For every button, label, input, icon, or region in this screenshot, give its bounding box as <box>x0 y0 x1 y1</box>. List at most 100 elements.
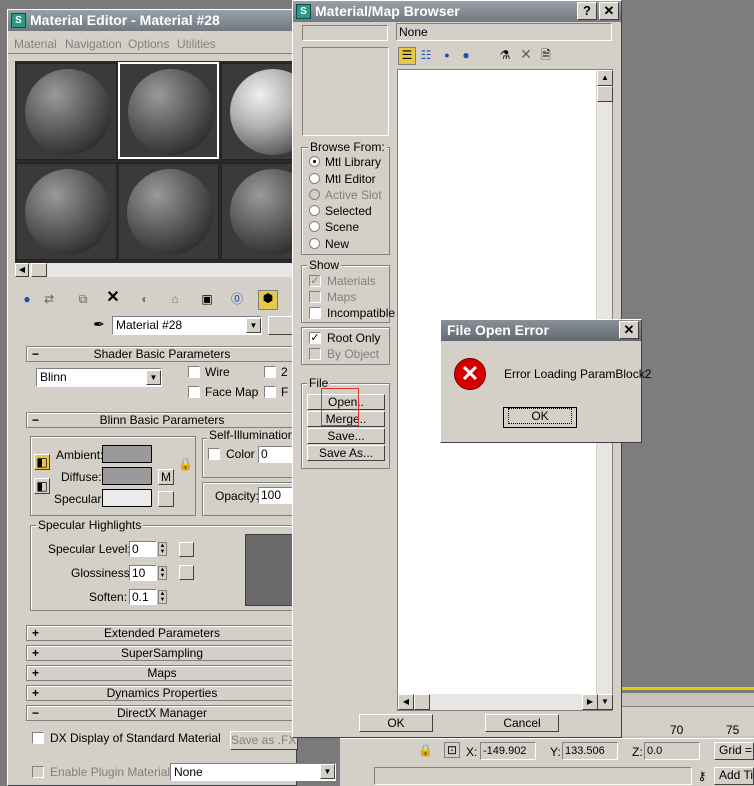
lock-icon[interactable]: 🔒 <box>418 743 433 757</box>
get-material-icon[interactable]: ● <box>18 292 36 306</box>
dx-display-checkbox[interactable] <box>32 732 44 744</box>
glossiness-field[interactable]: 10 <box>129 565 157 581</box>
scroll-thumb[interactable] <box>31 263 47 277</box>
pick-material-eyedropper-icon[interactable]: ✒ <box>90 317 108 331</box>
close-button[interactable]: ✕ <box>599 2 619 20</box>
shader-type-dropdown[interactable]: Blinn ▼ <box>36 368 162 387</box>
browser-titlebar[interactable]: S Material/Map Browser ? ✕ <box>293 1 621 22</box>
error-ok-button[interactable]: OK <box>503 407 577 428</box>
plugin-material-dropdown[interactable]: None ▼ <box>170 763 336 781</box>
face-map-checkbox[interactable] <box>188 386 200 398</box>
browser-search-field[interactable] <box>302 25 388 41</box>
self-illum-color-checkbox[interactable] <box>208 448 220 460</box>
scroll-right-arrow[interactable]: ▶ <box>582 694 598 710</box>
browser-ok-button[interactable]: OK <box>359 714 433 732</box>
scroll-left-arrow[interactable]: ◀ <box>398 694 414 710</box>
diffuse-map-m-button[interactable]: M <box>158 469 174 485</box>
view-list-icon[interactable]: ☰ <box>398 47 416 65</box>
glossiness-map-button[interactable] <box>179 565 194 580</box>
enable-plugin-checkbox[interactable] <box>32 766 44 778</box>
put-to-scene-icon[interactable]: ⇄ <box>40 292 58 306</box>
specular-level-map-button[interactable] <box>179 542 194 557</box>
radio-scene[interactable] <box>309 221 320 232</box>
radio-selected[interactable] <box>309 205 320 216</box>
lock-diffuse-specular-icon[interactable]: ◧ <box>34 478 50 494</box>
assign-material-icon[interactable]: ⧉ <box>74 292 92 306</box>
radio-mtl-editor[interactable] <box>309 173 320 184</box>
radio-mtl-library[interactable] <box>309 156 320 167</box>
update-scene-materials-icon[interactable]: ⚗ <box>496 48 514 62</box>
material-name-field[interactable]: Material #28 ▼ <box>112 316 262 335</box>
key-icon[interactable]: ⚷ <box>694 769 710 783</box>
sample-slots-scrollbar[interactable]: ◀ <box>15 263 298 277</box>
rollout-supersampling[interactable]: + SuperSampling <box>26 645 298 661</box>
two-sided-checkbox[interactable] <box>264 366 276 378</box>
lock-ambient-diffuse-icon[interactable]: ◧ <box>34 454 50 470</box>
show-materials-checkbox[interactable]: ✓ <box>309 275 321 287</box>
chevron-down-icon[interactable]: ▼ <box>320 764 335 779</box>
sample-slot-2[interactable] <box>118 62 219 159</box>
menu-options[interactable]: Options <box>128 37 169 51</box>
menu-material[interactable]: Material <box>14 37 57 51</box>
browser-cancel-button[interactable]: Cancel <box>485 714 559 732</box>
show-map-in-viewport-icon[interactable]: ⬢ <box>258 290 278 310</box>
sample-slot-5[interactable] <box>118 163 219 260</box>
sample-slot-1[interactable] <box>16 63 117 160</box>
rollout-maps[interactable]: + Maps <box>26 665 298 681</box>
diffuse-color-swatch[interactable] <box>102 467 152 485</box>
show-incompatible-checkbox[interactable] <box>309 307 321 319</box>
specular-level-field[interactable]: 0 <box>129 541 157 557</box>
material-editor-titlebar[interactable]: S Material Editor - Material #28 <box>8 10 296 31</box>
make-unique-icon[interactable]: ⌂ <box>166 292 184 306</box>
rollout-dynamics-properties[interactable]: + Dynamics Properties <box>26 685 298 701</box>
list-horizontal-scrollbar[interactable]: ◀ ▶ <box>398 694 598 710</box>
scroll-down-arrow[interactable]: ▼ <box>597 694 613 710</box>
rollout-shader-basic[interactable]: − Shader Basic Parameters <box>26 346 298 362</box>
clear-library-icon[interactable]: 🗎 <box>538 48 554 62</box>
rollout-blinn-basic[interactable]: − Blinn Basic Parameters <box>26 412 298 428</box>
scroll-thumb[interactable] <box>597 86 613 102</box>
close-button[interactable]: ✕ <box>619 321 639 339</box>
x-coordinate-field[interactable]: -149.902 <box>480 742 536 760</box>
scroll-thumb[interactable] <box>414 694 430 710</box>
root-only-checkbox[interactable]: ✓ <box>309 332 321 344</box>
sample-slot-4[interactable] <box>16 163 117 260</box>
reset-map-icon[interactable]: ✕ <box>104 290 122 306</box>
menu-navigation[interactable]: Navigation <box>65 37 122 51</box>
faceted-checkbox[interactable] <box>264 386 276 398</box>
sample-slot-3[interactable] <box>221 63 298 160</box>
make-copy-icon[interactable]: ◐ <box>136 292 154 306</box>
material-id-icon[interactable]: ⓪ <box>228 292 246 306</box>
lock-icon[interactable]: 🔒 <box>178 457 193 471</box>
wire-checkbox[interactable] <box>188 366 200 378</box>
by-object-checkbox[interactable] <box>309 348 321 360</box>
sample-slot-6[interactable] <box>221 163 298 260</box>
save-button[interactable]: Save... <box>307 428 385 444</box>
save-as-button[interactable]: Save As... <box>307 445 385 461</box>
ambient-color-swatch[interactable] <box>102 445 152 463</box>
specular-color-swatch[interactable] <box>102 489 152 507</box>
error-dialog-titlebar[interactable]: File Open Error ✕ <box>441 320 641 341</box>
radio-new[interactable] <box>309 238 320 249</box>
save-as-fx-button[interactable]: Save as .FX File <box>230 731 298 750</box>
menu-utilities[interactable]: Utilities <box>177 37 216 51</box>
time-ruler[interactable]: 70 75 <box>620 706 754 737</box>
specular-map-button[interactable] <box>158 491 174 507</box>
rollout-directx-manager[interactable]: − DirectX Manager <box>26 705 298 721</box>
scroll-up-arrow[interactable]: ▲ <box>597 70 613 86</box>
soften-field[interactable]: 0.1 <box>129 589 157 605</box>
chevron-down-icon[interactable]: ▼ <box>146 370 161 385</box>
absolute-mode-icon[interactable]: ⊡ <box>444 742 460 758</box>
add-time-tag-button[interactable]: Add Time <box>714 767 754 785</box>
delete-from-library-icon[interactable]: ✕ <box>518 47 534 61</box>
scroll-left-arrow[interactable]: ◀ <box>15 263 29 277</box>
put-to-library-icon[interactable]: ▣ <box>198 292 216 306</box>
rollout-extended-parameters[interactable]: + Extended Parameters <box>26 625 298 641</box>
view-list-icons-icon[interactable]: ☷ <box>418 48 434 62</box>
view-small-icons-icon[interactable]: ● <box>440 48 454 62</box>
show-maps-checkbox[interactable] <box>309 291 321 303</box>
help-button[interactable]: ? <box>577 2 597 20</box>
specular-level-spinner[interactable]: ▲ ▼ <box>158 542 167 556</box>
glossiness-spinner[interactable]: ▲ ▼ <box>158 566 167 580</box>
view-large-icons-icon[interactable]: ● <box>458 48 474 62</box>
